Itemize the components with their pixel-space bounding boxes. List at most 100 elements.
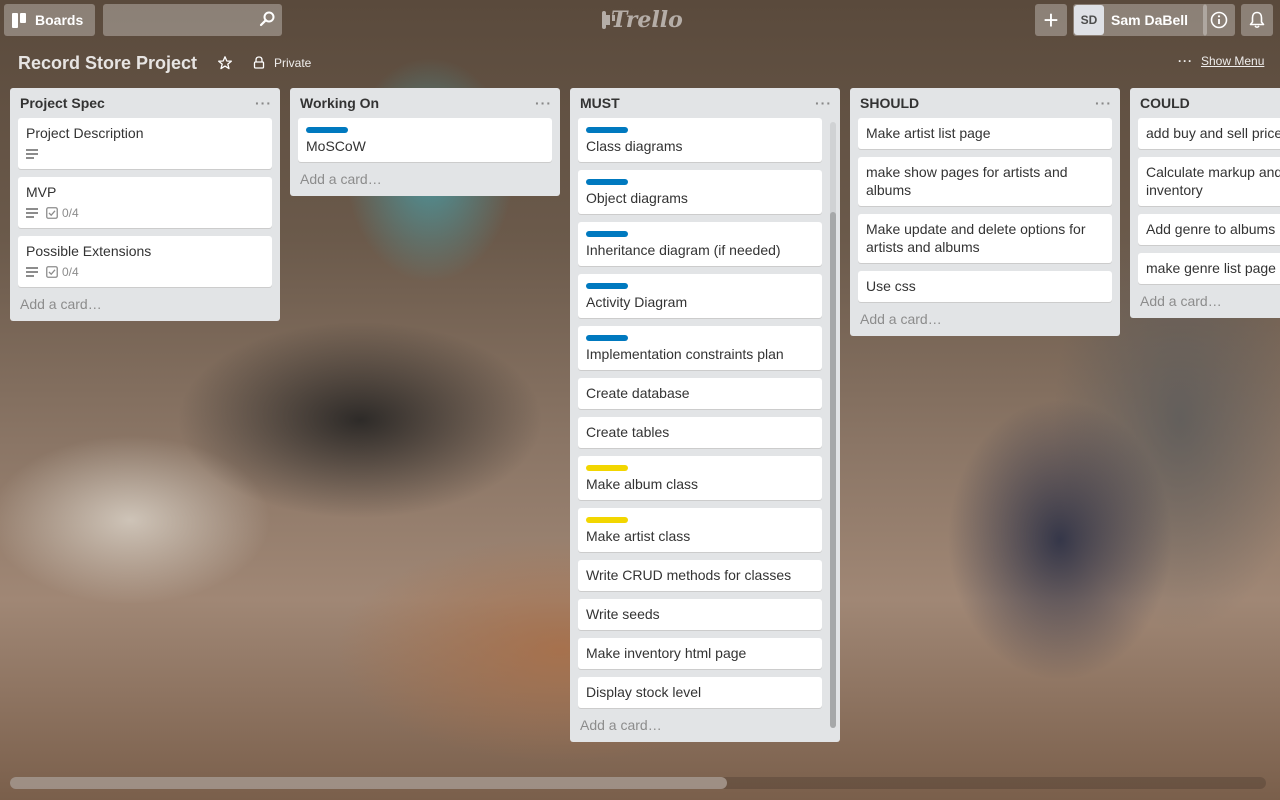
- card-label[interactable]: [586, 517, 628, 523]
- add-button[interactable]: +: [1035, 4, 1067, 36]
- card-label[interactable]: [586, 465, 628, 471]
- list-menu-icon[interactable]: ···: [1095, 95, 1112, 111]
- card[interactable]: MVP 0/4: [18, 177, 272, 228]
- board-scrollbar[interactable]: [10, 777, 1266, 789]
- avatar: SD: [1074, 5, 1104, 35]
- card[interactable]: Use css: [858, 271, 1112, 302]
- card-title: MoSCoW: [306, 138, 366, 154]
- card-label[interactable]: [586, 335, 628, 341]
- card[interactable]: Calculate markup and inventory: [1138, 157, 1280, 206]
- card[interactable]: Make album class: [578, 456, 822, 500]
- info-icon: [1210, 11, 1228, 29]
- board-scrollbar-thumb[interactable]: [10, 777, 727, 789]
- bell-icon: [1249, 11, 1265, 29]
- add-card-link[interactable]: Add a card…: [1138, 284, 1280, 318]
- card[interactable]: Project Description: [18, 118, 272, 169]
- card-title: Make album class: [586, 476, 699, 492]
- card-title: Display stock level: [586, 684, 702, 700]
- card[interactable]: make genre list page: [1138, 253, 1280, 284]
- search-input[interactable]: [103, 4, 282, 36]
- list-working-on: Working On ··· MoSCoW Add a card…: [290, 88, 560, 196]
- info-button[interactable]: [1203, 4, 1235, 36]
- card[interactable]: MoSCoW: [298, 118, 552, 162]
- trello-logo[interactable]: Trello: [602, 6, 683, 34]
- card-title: Make update and delete options for artis…: [866, 221, 1086, 255]
- list-menu-icon[interactable]: ···: [535, 95, 552, 111]
- list-should: SHOULD ··· Make artist list page make sh…: [850, 88, 1120, 336]
- card-title: add buy and sell prices: [1146, 125, 1280, 141]
- card[interactable]: Activity Diagram: [578, 274, 822, 318]
- list-menu-icon[interactable]: ···: [815, 95, 832, 111]
- boards-button[interactable]: Boards: [4, 4, 95, 36]
- search-icon[interactable]: [259, 11, 275, 27]
- description-icon: [26, 149, 38, 159]
- card-label[interactable]: [586, 127, 628, 133]
- card[interactable]: Make artist class: [578, 508, 822, 552]
- card[interactable]: make show pages for artists and albums: [858, 157, 1112, 206]
- logo-text: Trello: [611, 7, 683, 33]
- card-title: MVP: [26, 184, 57, 200]
- list-scrollbar-thumb[interactable]: [830, 212, 836, 728]
- boards-icon: [12, 12, 27, 28]
- member-menu-button[interactable]: SD Sam DaBell: [1073, 4, 1207, 36]
- card[interactable]: Make artist list page: [858, 118, 1112, 149]
- card-title: Write seeds: [586, 606, 660, 622]
- list-title[interactable]: MUST: [580, 95, 620, 111]
- more-dots-icon: ···: [1178, 54, 1193, 68]
- card[interactable]: Possible Extensions 0/4: [18, 236, 272, 287]
- card-title: Inheritance diagram (if needed): [586, 242, 781, 258]
- card-label[interactable]: [586, 231, 628, 237]
- list-menu-icon[interactable]: ···: [255, 95, 272, 111]
- card[interactable]: Create tables: [578, 417, 822, 448]
- card-title: Calculate markup and inventory: [1146, 164, 1280, 198]
- card[interactable]: Create database: [578, 378, 822, 409]
- card-title: make genre list page: [1146, 260, 1276, 276]
- add-card-link[interactable]: Add a card…: [18, 287, 272, 321]
- card-badges: 0/4: [26, 205, 264, 221]
- list-scrollbar[interactable]: [830, 122, 836, 728]
- card[interactable]: Write seeds: [578, 599, 822, 630]
- card-title: Make artist class: [586, 528, 691, 544]
- privacy-button[interactable]: Private: [274, 55, 311, 71]
- add-card-link[interactable]: Add a card…: [298, 162, 552, 196]
- description-icon: [26, 208, 38, 218]
- notifications-button[interactable]: [1241, 4, 1273, 36]
- card[interactable]: Display stock level: [578, 677, 822, 708]
- card[interactable]: Object diagrams: [578, 170, 822, 214]
- add-card-link[interactable]: Add a card…: [578, 708, 832, 742]
- list-title[interactable]: Working On: [300, 95, 379, 111]
- card-title: Create tables: [586, 424, 670, 440]
- card[interactable]: Write CRUD methods for classes: [578, 560, 822, 591]
- card[interactable]: Implementation constraints plan: [578, 326, 822, 370]
- show-menu-button[interactable]: ··· Show Menu: [1178, 54, 1264, 68]
- list-title[interactable]: SHOULD: [860, 95, 919, 111]
- card-title: Class diagrams: [586, 138, 683, 154]
- card-title: Use css: [866, 278, 916, 294]
- card-label[interactable]: [586, 283, 628, 289]
- list-must: MUST ··· Class diagrams Object diagrams …: [570, 88, 840, 742]
- list-header: Project Spec ···: [18, 88, 272, 118]
- card[interactable]: Inheritance diagram (if needed): [578, 222, 822, 266]
- checkbox-icon: [46, 266, 58, 278]
- board-title[interactable]: Record Store Project: [18, 52, 197, 74]
- card[interactable]: add buy and sell prices: [1138, 118, 1280, 149]
- card-label[interactable]: [306, 127, 348, 133]
- card-title: Make artist list page: [866, 125, 991, 141]
- list-title[interactable]: COULD: [1140, 95, 1190, 111]
- card-title: Write CRUD methods for classes: [586, 567, 792, 583]
- star-icon[interactable]: [217, 55, 233, 71]
- add-card-link[interactable]: Add a card…: [858, 302, 1112, 336]
- card[interactable]: Add genre to albums: [1138, 214, 1280, 245]
- list-header: COULD: [1138, 88, 1280, 118]
- plus-icon: +: [1043, 4, 1059, 35]
- card-title: Create database: [586, 385, 690, 401]
- card-label[interactable]: [586, 179, 628, 185]
- list-header: MUST ···: [578, 88, 832, 118]
- card-title: Possible Extensions: [26, 243, 152, 259]
- card[interactable]: Make update and delete options for artis…: [858, 214, 1112, 263]
- card[interactable]: Make inventory html page: [578, 638, 822, 669]
- card[interactable]: Class diagrams: [578, 118, 822, 162]
- list-title[interactable]: Project Spec: [20, 95, 105, 111]
- lock-icon: [253, 56, 265, 69]
- card-title: Activity Diagram: [586, 294, 688, 310]
